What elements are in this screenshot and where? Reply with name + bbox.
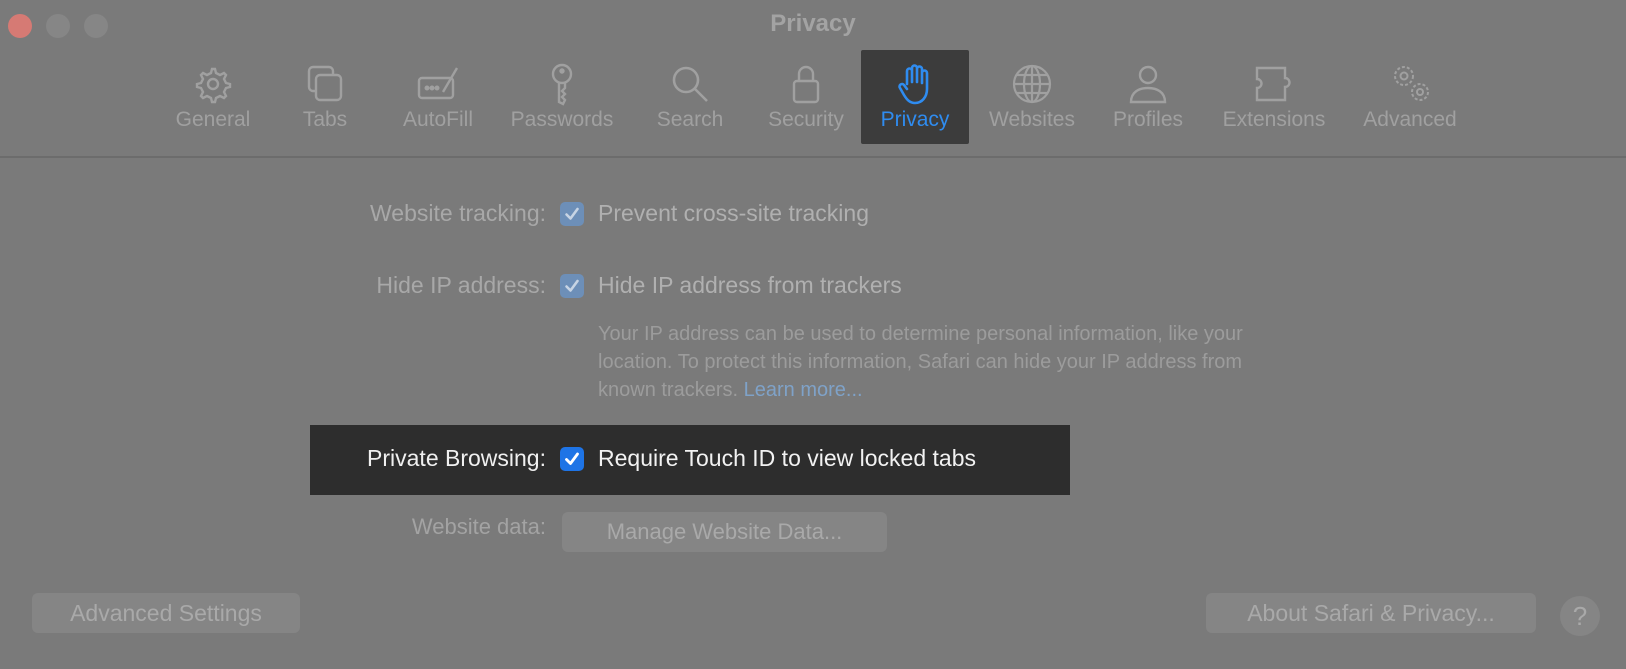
tab-advanced[interactable]: Advanced	[1356, 50, 1464, 144]
checkmark-icon	[565, 207, 579, 220]
hide-ip-description: Your IP address can be used to determine…	[598, 320, 1278, 404]
tab-label: Passwords	[510, 108, 614, 131]
checkmark-icon	[565, 279, 579, 292]
require-touch-id-option[interactable]: Require Touch ID to view locked tabs	[598, 445, 976, 472]
toolbar-divider	[0, 156, 1626, 158]
tab-general[interactable]: General	[168, 50, 258, 144]
website-tracking-label: Website tracking:	[370, 200, 546, 226]
tab-label: Profiles	[1112, 108, 1184, 131]
lock-icon	[792, 65, 820, 104]
tab-label: Security	[768, 108, 844, 131]
tab-search[interactable]: Search	[648, 50, 732, 144]
tab-autofill[interactable]: AutoFill	[392, 50, 484, 144]
key-icon	[551, 63, 573, 106]
gears-icon	[1394, 66, 1429, 101]
advanced-settings-button[interactable]: Advanced Settings	[32, 593, 300, 633]
prevent-tracking-option[interactable]: Prevent cross-site tracking	[598, 200, 869, 227]
person-icon	[1129, 65, 1167, 104]
help-button[interactable]: ?	[1560, 596, 1600, 636]
hide-ip-checkbox[interactable]	[560, 273, 584, 298]
search-icon	[672, 66, 708, 102]
tab-privacy[interactable]: Privacy	[861, 50, 969, 144]
hide-ip-option[interactable]: Hide IP address from trackers	[598, 272, 902, 299]
window-title: Privacy	[770, 10, 856, 37]
tab-passwords[interactable]: Passwords	[500, 50, 624, 144]
checkmark-icon	[565, 452, 579, 465]
tab-extensions[interactable]: Extensions	[1216, 50, 1332, 144]
globe-icon	[1012, 64, 1052, 104]
tab-label: Tabs	[302, 108, 348, 131]
prevent-tracking-checkbox[interactable]	[560, 201, 584, 226]
private-browsing-highlight: Private Browsing: Require Touch ID to vi…	[310, 425, 1070, 495]
settings-toolbar: General Tabs AutoFill Passwords Search S…	[0, 50, 1626, 148]
website-data-row: Website data:	[296, 514, 560, 540]
tab-label: Websites	[989, 108, 1075, 131]
hide-ip-row: Hide IP address: Hide IP address from tr…	[296, 272, 902, 299]
tab-profiles[interactable]: Profiles	[1106, 50, 1190, 144]
tab-security[interactable]: Security	[754, 50, 858, 144]
tab-label: Advanced	[1363, 108, 1457, 131]
tab-label: AutoFill	[402, 108, 474, 131]
private-browsing-label: Private Browsing:	[367, 445, 546, 471]
puzzle-icon	[1255, 66, 1291, 102]
safari-settings-window: Privacy General Tabs AutoFill Passwords …	[0, 0, 1626, 669]
tab-label: Search	[656, 108, 724, 131]
tabs-icon	[307, 65, 343, 102]
website-tracking-row: Website tracking: Prevent cross-site tra…	[296, 200, 869, 227]
manage-website-data-button[interactable]: Manage Website Data...	[562, 512, 887, 552]
tab-label: General	[175, 108, 251, 131]
require-touch-id-checkbox[interactable]	[560, 446, 584, 471]
tab-tabs[interactable]: Tabs	[285, 50, 365, 144]
hide-ip-description-text: Your IP address can be used to determine…	[598, 323, 1243, 401]
tab-label: Extensions	[1222, 108, 1326, 131]
hide-ip-label: Hide IP address:	[376, 272, 546, 298]
autofill-icon	[417, 67, 459, 100]
tab-label: Privacy	[880, 108, 950, 131]
tab-websites[interactable]: Websites	[982, 50, 1082, 144]
about-safari-privacy-button[interactable]: About Safari & Privacy...	[1206, 593, 1536, 633]
website-data-label: Website data:	[411, 514, 546, 539]
hand-icon	[898, 64, 929, 105]
private-browsing-row: Private Browsing: Require Touch ID to vi…	[296, 445, 976, 472]
learn-more-link[interactable]: Learn more...	[744, 379, 863, 401]
gear-icon	[195, 67, 232, 104]
